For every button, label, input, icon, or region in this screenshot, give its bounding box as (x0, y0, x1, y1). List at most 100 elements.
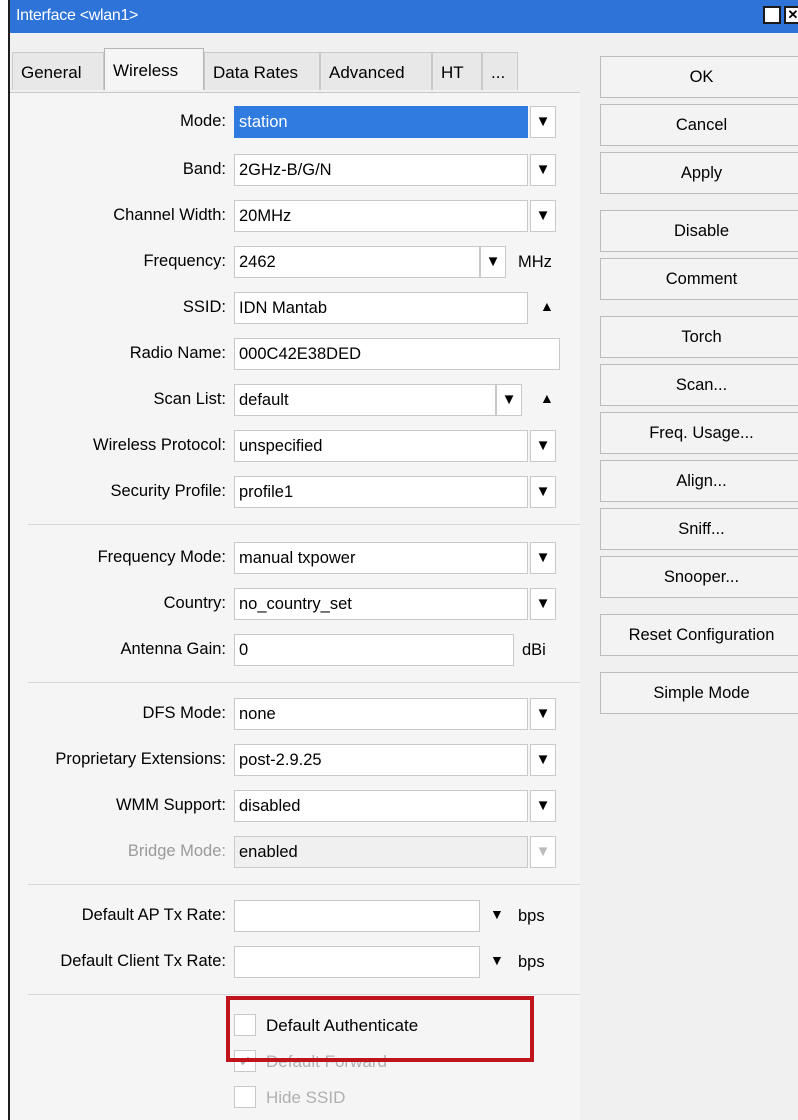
radio-name-input[interactable]: 000C42E38DED (234, 338, 560, 370)
radio-name-label: Radio Name: (129, 344, 226, 362)
chevron-down-icon[interactable]: ▼ (480, 246, 506, 278)
chevron-down-icon[interactable]: ▼ (490, 906, 504, 922)
simple-mode-button[interactable]: Simple Mode (600, 672, 798, 714)
disable-button[interactable]: Disable (600, 210, 798, 252)
apply-button[interactable]: Apply (600, 152, 798, 194)
scan-list-row: Scan List: default ▼ ▲ (10, 384, 580, 418)
chevron-down-icon[interactable]: ▼ (490, 952, 504, 968)
tab-more[interactable]: ... (482, 52, 518, 90)
band-row: Band: 2GHz-B/G/N ▼ (10, 154, 580, 188)
freq-usage-button[interactable]: Freq. Usage... (600, 412, 798, 454)
radio-name-row: Radio Name: 000C42E38DED (10, 338, 580, 372)
antenna-gain-label: Antenna Gain: (120, 640, 227, 658)
bridge-mode-row: Bridge Mode: enabled ▼ (10, 836, 580, 870)
collapse-icon[interactable]: ▲ (540, 298, 554, 314)
section-divider (28, 884, 580, 885)
chevron-down-icon[interactable]: ▼ (530, 106, 556, 138)
frequency-mode-row: Frequency Mode: manual txpower ▼ (10, 542, 580, 576)
country-row: Country: no_country_set ▼ (10, 588, 580, 622)
default-client-tx-rate-input[interactable] (234, 946, 480, 978)
default-ap-tx-rate-input[interactable] (234, 900, 480, 932)
channel-width-select[interactable]: 20MHz (234, 200, 528, 232)
frequency-mode-select[interactable]: manual txpower (234, 542, 528, 574)
chevron-down-icon[interactable]: ▼ (530, 790, 556, 822)
channel-width-row: Channel Width: 20MHz ▼ (10, 200, 580, 234)
scan-list-label: Scan List: (153, 390, 226, 408)
wmm-support-select[interactable]: disabled (234, 790, 528, 822)
section-divider (28, 994, 580, 995)
default-client-tx-rate-row: Default Client Tx Rate: ▼ bps (10, 946, 580, 980)
frequency-label: Frequency: (143, 252, 226, 270)
dfs-mode-select[interactable]: none (234, 698, 528, 730)
default-ap-tx-rate-row: Default AP Tx Rate: ▼ bps (10, 900, 580, 934)
reset-configuration-button[interactable]: Reset Configuration (600, 614, 798, 656)
wireless-protocol-label: Wireless Protocol: (93, 436, 226, 454)
chevron-down-icon[interactable]: ▼ (530, 698, 556, 730)
chevron-down-icon[interactable]: ▼ (530, 744, 556, 776)
country-label: Country: (163, 594, 226, 612)
align-button[interactable]: Align... (600, 460, 798, 502)
collapse-icon[interactable]: ▲ (540, 390, 554, 406)
bridge-mode-select: enabled (234, 836, 528, 868)
tab-data-rates[interactable]: Data Rates (204, 52, 320, 90)
frequency-row: Frequency: 2462 ▼ MHz (10, 246, 580, 280)
chevron-down-icon[interactable]: ▼ (496, 384, 522, 416)
hide-ssid-checkbox (234, 1086, 256, 1108)
chevron-down-icon[interactable]: ▼ (530, 154, 556, 186)
tab-general[interactable]: General (12, 52, 104, 90)
chevron-down-icon: ▼ (530, 836, 556, 868)
default-ap-tx-rate-unit: bps (518, 907, 545, 925)
scan-list-select[interactable]: default (234, 384, 496, 416)
ssid-row: SSID: IDN Mantab ▲ (10, 292, 580, 326)
tab-advanced[interactable]: Advanced (320, 52, 432, 90)
cancel-button[interactable]: Cancel (600, 104, 798, 146)
sniff-button[interactable]: Sniff... (600, 508, 798, 550)
scan-button[interactable]: Scan... (600, 364, 798, 406)
highlight-box (226, 996, 534, 1062)
chevron-down-icon[interactable]: ▼ (530, 542, 556, 574)
proprietary-extensions-select[interactable]: post-2.9.25 (234, 744, 528, 776)
interface-window: Interface <wlan1> ✕ General Wireless Dat… (8, 0, 798, 1120)
tab-wireless[interactable]: Wireless (104, 48, 204, 90)
channel-width-label: Channel Width: (113, 206, 226, 224)
tab-divider (10, 92, 580, 93)
close-icon[interactable]: ✕ (784, 6, 798, 24)
ok-button[interactable]: OK (600, 56, 798, 98)
chevron-down-icon[interactable]: ▼ (530, 430, 556, 462)
band-select[interactable]: 2GHz-B/G/N (234, 154, 528, 186)
ssid-label: SSID: (182, 298, 226, 316)
ssid-input[interactable]: IDN Mantab (234, 292, 528, 324)
mode-row: Mode: station ▼ (10, 106, 580, 140)
security-profile-select[interactable]: profile1 (234, 476, 528, 508)
antenna-gain-unit: dBi (522, 641, 546, 659)
wireless-protocol-row: Wireless Protocol: unspecified ▼ (10, 430, 580, 464)
dfs-mode-label: DFS Mode: (142, 704, 226, 722)
chevron-down-icon[interactable]: ▼ (530, 200, 556, 232)
tab-ht[interactable]: HT (432, 52, 482, 90)
wireless-protocol-select[interactable]: unspecified (234, 430, 528, 462)
hide-ssid-label: Hide SSID (266, 1088, 346, 1107)
security-profile-label: Security Profile: (110, 482, 226, 500)
section-divider (28, 682, 580, 683)
wmm-support-label: WMM Support: (115, 796, 226, 814)
mode-select[interactable]: station (234, 106, 528, 138)
bridge-mode-label: Bridge Mode: (127, 842, 226, 860)
chevron-down-icon[interactable]: ▼ (530, 588, 556, 620)
country-select[interactable]: no_country_set (234, 588, 528, 620)
window-title: Interface <wlan1> (16, 7, 139, 24)
restore-icon[interactable] (763, 6, 781, 24)
background-strip (0, 0, 8, 1120)
antenna-gain-row: Antenna Gain: 0 dBi (10, 634, 580, 668)
torch-button[interactable]: Torch (600, 316, 798, 358)
snooper-button[interactable]: Snooper... (600, 556, 798, 598)
frequency-select[interactable]: 2462 (234, 246, 480, 278)
security-profile-row: Security Profile: profile1 ▼ (10, 476, 580, 510)
wmm-support-row: WMM Support: disabled ▼ (10, 790, 580, 824)
default-ap-tx-rate-label: Default AP Tx Rate: (81, 906, 226, 924)
chevron-down-icon[interactable]: ▼ (530, 476, 556, 508)
comment-button[interactable]: Comment (600, 258, 798, 300)
antenna-gain-input[interactable]: 0 (234, 634, 514, 666)
frequency-unit: MHz (518, 253, 552, 271)
default-client-tx-rate-label: Default Client Tx Rate: (60, 952, 226, 970)
proprietary-extensions-row: Proprietary Extensions: post-2.9.25 ▼ (10, 744, 580, 778)
